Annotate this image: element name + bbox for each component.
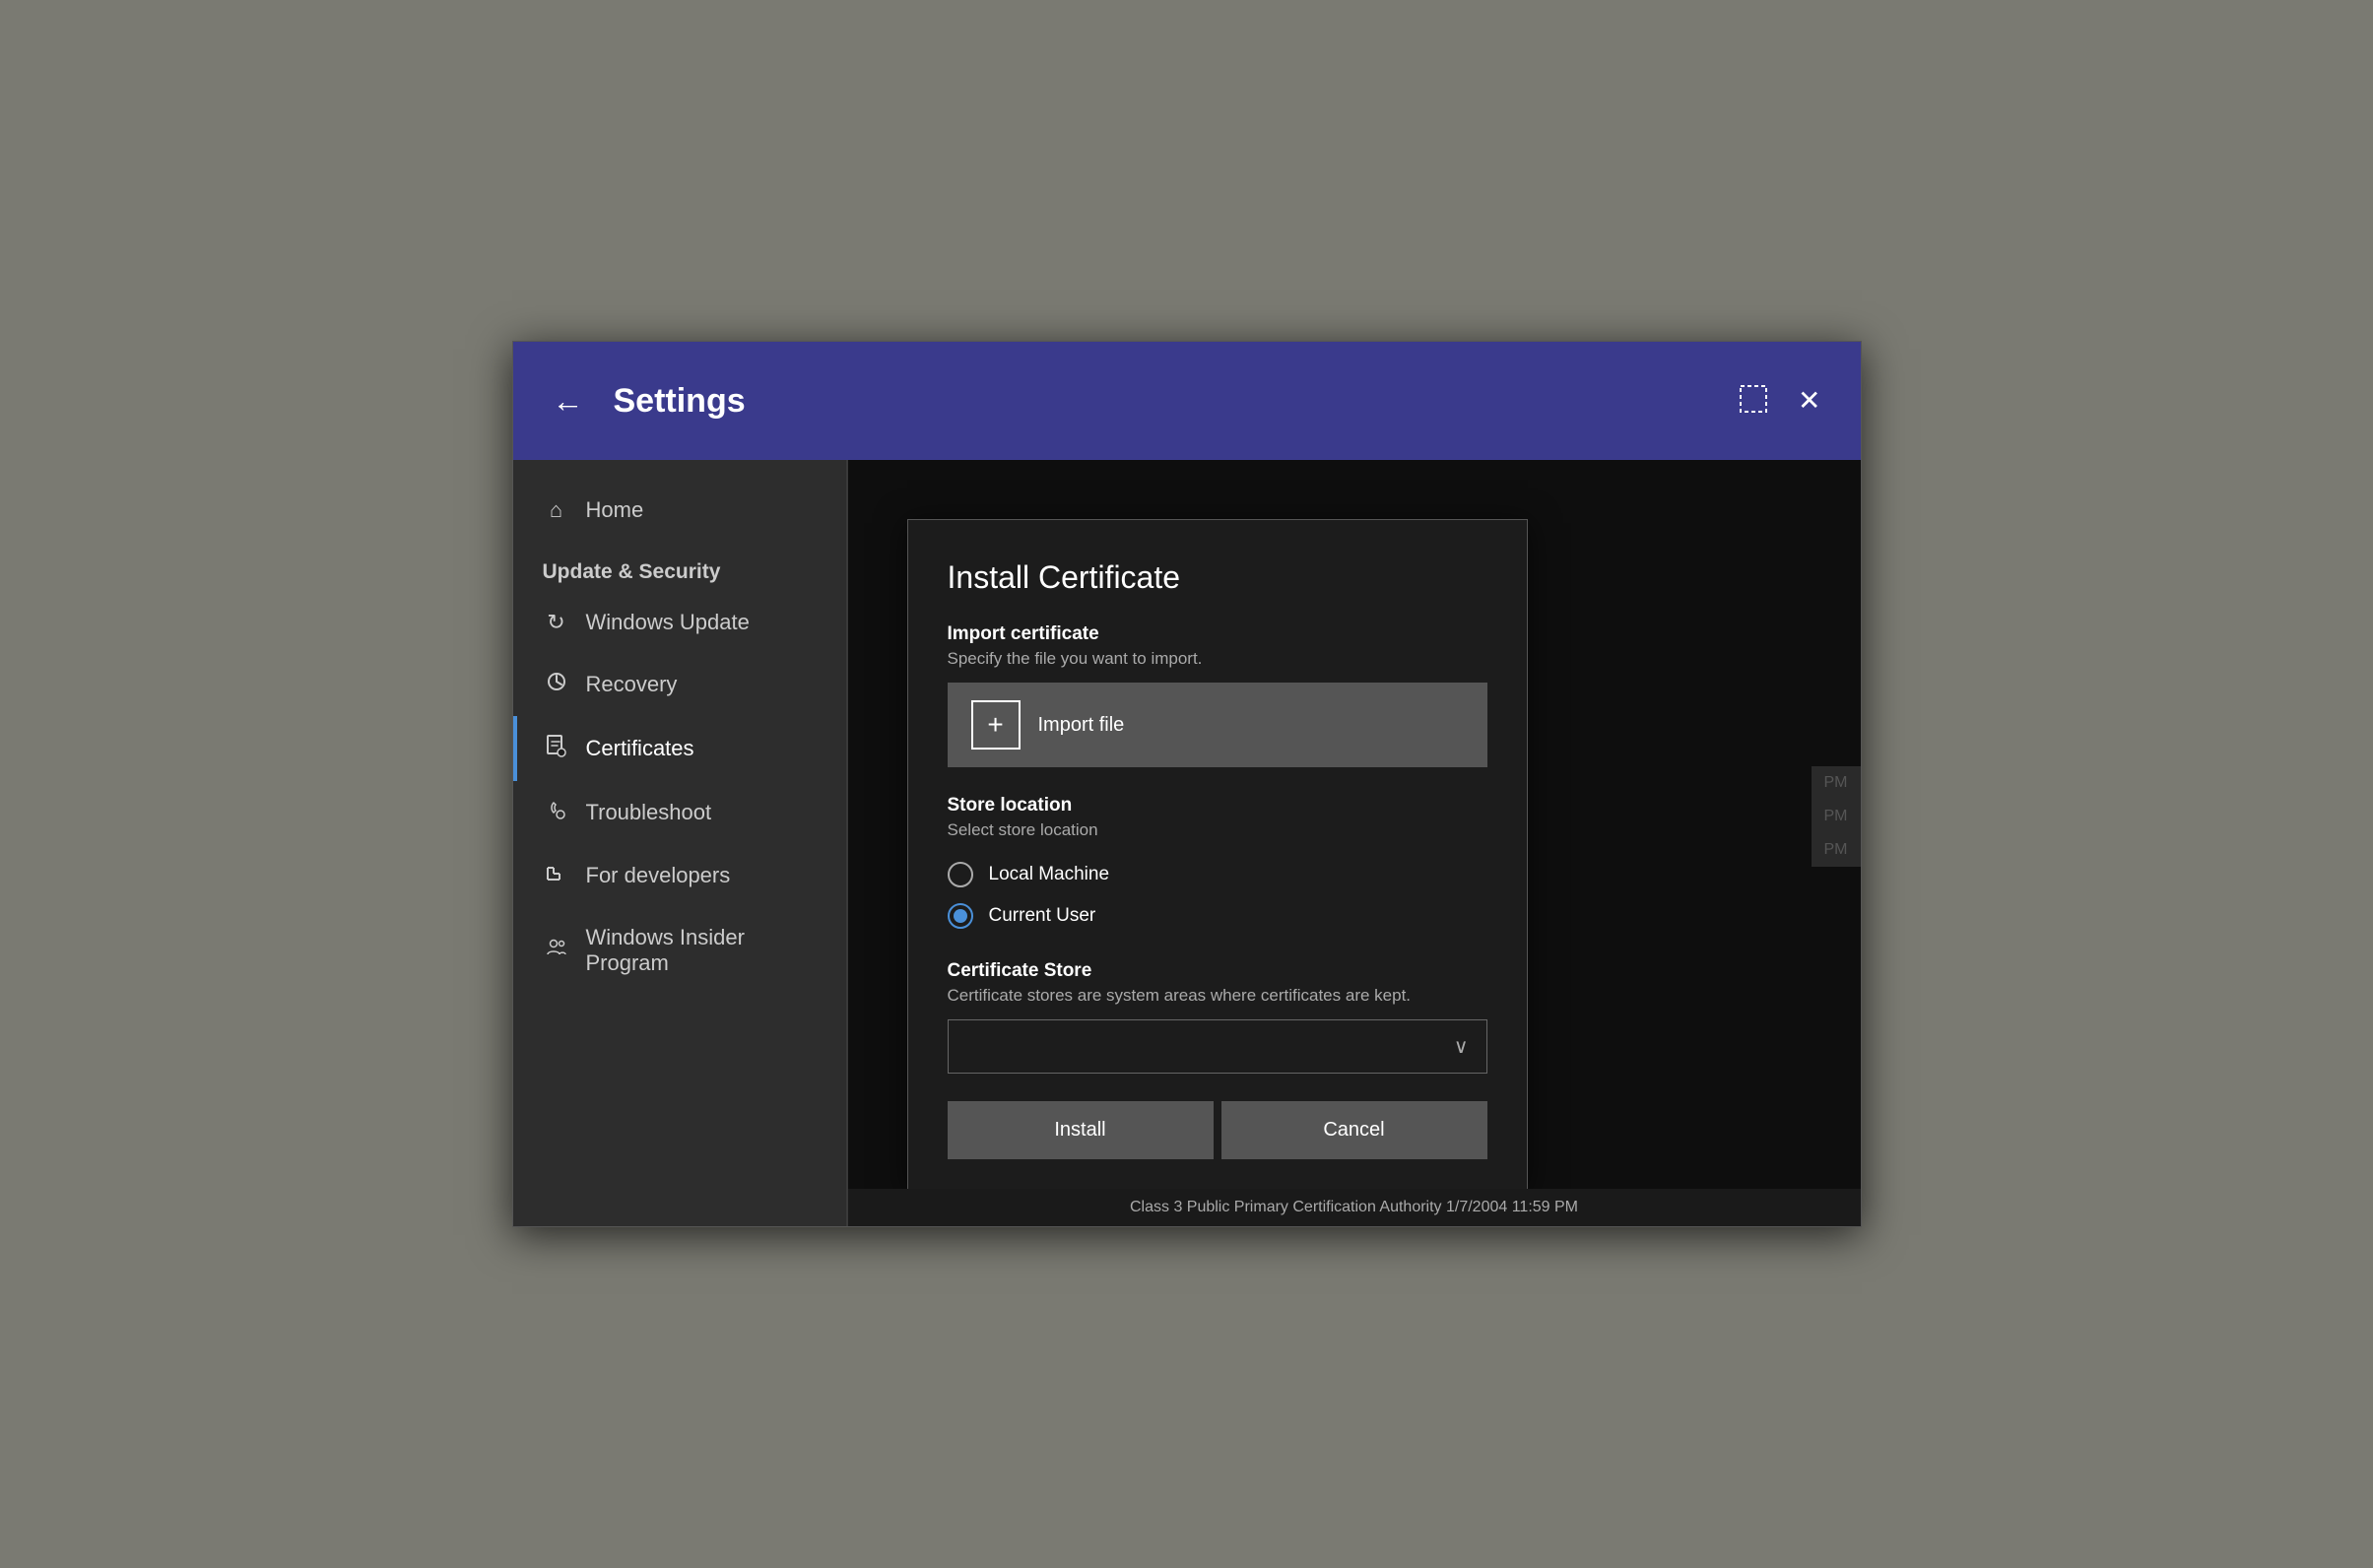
- radio-current-user-circle: [948, 903, 973, 929]
- import-btn-label: Import file: [1038, 714, 1125, 737]
- radio-local-machine[interactable]: Local Machine: [948, 854, 1487, 895]
- status-text: Class 3 Public Primary Certification Aut…: [1130, 1199, 1578, 1216]
- cert-store-label: Certificate Store: [948, 960, 1487, 982]
- sidebar-label-for-developers: For developers: [586, 863, 731, 888]
- cert-store-section: Certificate Store Certificate stores are…: [948, 960, 1487, 1074]
- sidebar-item-recovery[interactable]: Recovery: [513, 653, 846, 716]
- sidebar-home-label: Home: [586, 497, 644, 523]
- sidebar-item-home[interactable]: ⌂ Home: [513, 480, 846, 541]
- certificates-icon: [543, 734, 570, 763]
- sidebar-label-windows-insider: Windows Insider Program: [586, 925, 745, 976]
- cert-store-desc: Certificate stores are system areas wher…: [948, 986, 1487, 1006]
- settings-window: ← Settings ✕ ⌂ Home Update & Security ↻ …: [512, 341, 1862, 1227]
- sidebar-section-title: Update & Security: [513, 541, 846, 592]
- troubleshoot-icon: [543, 799, 570, 826]
- cert-store-dropdown[interactable]: ∨: [948, 1019, 1487, 1074]
- sidebar-label-certificates: Certificates: [586, 736, 694, 761]
- sidebar-item-windows-update[interactable]: ↻ Windows Update: [513, 592, 846, 653]
- titlebar-title: Settings: [614, 382, 1740, 421]
- install-certificate-dialog: Install Certificate Import certificate S…: [907, 519, 1528, 1190]
- titlebar-controls: ✕: [1739, 384, 1820, 419]
- sidebar-label-troubleshoot: Troubleshoot: [586, 800, 712, 825]
- cancel-button[interactable]: Cancel: [1221, 1101, 1487, 1159]
- dialog-overlay: Install Certificate Import certificate S…: [848, 460, 1861, 1226]
- sidebar: ⌂ Home Update & Security ↻ Windows Updat…: [513, 460, 848, 1226]
- sidebar-item-for-developers[interactable]: For developers: [513, 844, 846, 907]
- sidebar-item-windows-insider[interactable]: Windows Insider Program: [513, 907, 846, 994]
- store-location-section: Store location Select store location Loc…: [948, 795, 1487, 937]
- back-button[interactable]: ←: [553, 385, 584, 417]
- radio-current-user-label: Current User: [989, 905, 1096, 927]
- miniaturize-button[interactable]: [1739, 384, 1768, 419]
- store-location-desc: Select store location: [948, 820, 1487, 840]
- import-plus-icon: +: [971, 700, 1021, 750]
- recovery-icon: [543, 671, 570, 698]
- titlebar: ← Settings ✕: [513, 342, 1861, 460]
- import-file-button[interactable]: + Import file: [948, 683, 1487, 767]
- radio-current-user[interactable]: Current User: [948, 895, 1487, 937]
- import-section-desc: Specify the file you want to import.: [948, 649, 1487, 669]
- insider-icon: [543, 937, 570, 964]
- sidebar-item-troubleshoot[interactable]: Troubleshoot: [513, 781, 846, 844]
- sidebar-label-windows-update: Windows Update: [586, 610, 750, 635]
- sidebar-item-certificates[interactable]: Certificates: [513, 716, 846, 781]
- dialog-title: Install Certificate: [948, 559, 1487, 596]
- sidebar-label-recovery: Recovery: [586, 672, 678, 697]
- dialog-buttons: Install Cancel: [948, 1101, 1487, 1159]
- close-button[interactable]: ✕: [1798, 387, 1820, 415]
- install-button[interactable]: Install: [948, 1101, 1214, 1159]
- store-location-label: Store location: [948, 795, 1487, 817]
- windows-update-icon: ↻: [543, 610, 570, 635]
- radio-local-machine-circle: [948, 862, 973, 887]
- import-section-label: Import certificate: [948, 623, 1487, 645]
- radio-local-machine-label: Local Machine: [989, 864, 1110, 885]
- dropdown-arrow-icon: ∨: [1454, 1034, 1469, 1059]
- home-icon: ⌂: [543, 497, 570, 523]
- main-content: PM PM PM Install Certificate Import cert…: [848, 460, 1861, 1226]
- developers-icon: [543, 862, 570, 889]
- status-bar: Class 3 Public Primary Certification Aut…: [848, 1189, 1861, 1226]
- content-area: ⌂ Home Update & Security ↻ Windows Updat…: [513, 460, 1861, 1226]
